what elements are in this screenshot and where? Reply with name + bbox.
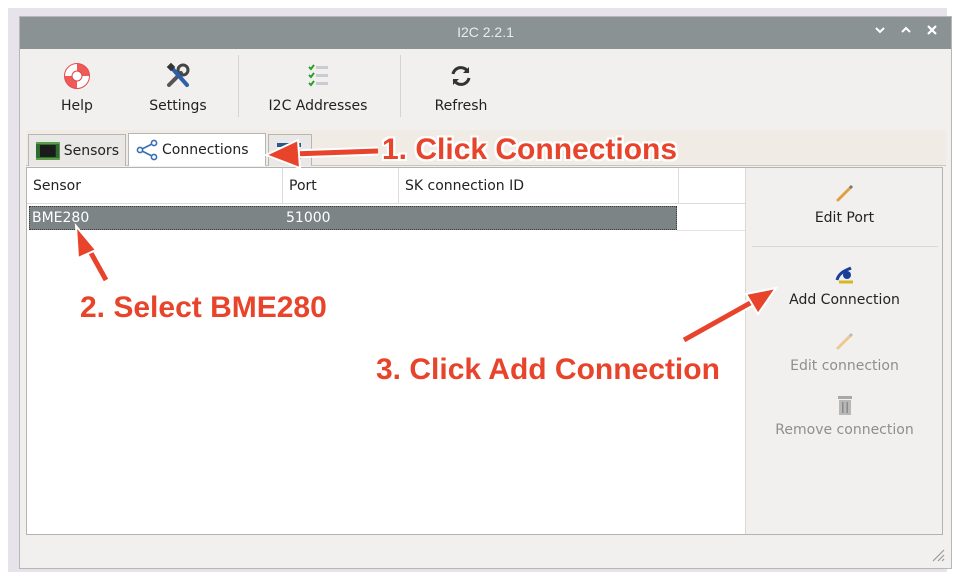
tab-connections-label: Connections — [162, 142, 249, 158]
toolbar: Help Settings I2C Addresses Refresh — [20, 49, 951, 127]
edit-connection-label: Edit connection — [790, 358, 899, 374]
annotation-step2: 2. Select BME280 — [80, 291, 327, 324]
title-bar[interactable]: I2C 2.2.1 — [20, 17, 951, 49]
resize-grip-icon[interactable] — [929, 546, 945, 562]
tab-sensors[interactable]: Sensors — [28, 134, 126, 166]
column-header-port[interactable]: Port — [283, 168, 399, 204]
list-icon — [277, 142, 301, 159]
edit-port-label: Edit Port — [814, 210, 875, 226]
toolbar-divider — [238, 55, 239, 117]
maximize-button[interactable] — [896, 23, 916, 43]
i2c-addresses-label: I2C Addresses — [268, 98, 368, 114]
edit-port-button[interactable]: Edit Port — [746, 180, 943, 226]
add-connection-icon — [746, 262, 943, 288]
edit-connection-button[interactable]: Edit connection — [746, 328, 943, 374]
column-header-sensor[interactable]: Sensor — [27, 168, 283, 204]
i2c-addresses-button[interactable]: I2C Addresses — [260, 57, 376, 114]
tab-connections[interactable]: Connections — [128, 133, 266, 166]
cell-port: 51000 — [286, 210, 331, 226]
lifebuoy-icon — [50, 57, 104, 95]
add-connection-label: Add Connection — [789, 292, 900, 308]
refresh-button[interactable]: Refresh — [424, 57, 498, 114]
actions-sidebar: Edit Port Add Connection Edit connection — [745, 168, 942, 534]
settings-button[interactable]: Settings — [140, 57, 216, 114]
settings-label: Settings — [149, 98, 207, 114]
pencil-icon — [746, 180, 943, 206]
annotation-step1: 1. Click Connections — [382, 133, 678, 166]
table-header: Sensor Port SK connection ID — [27, 168, 745, 204]
chip-icon — [35, 141, 60, 160]
table-row[interactable]: BME280 51000 — [29, 206, 677, 230]
connections-panel: Sensor Port SK connection ID BME280 5100… — [26, 167, 943, 535]
chevron-down-icon — [875, 27, 885, 34]
help-label: Help — [61, 98, 93, 114]
tools-icon — [140, 57, 216, 95]
refresh-icon — [424, 57, 498, 95]
annotation-step3: 3. Click Add Connection — [376, 353, 720, 386]
row-divider — [677, 230, 745, 231]
sidebar-divider — [752, 246, 938, 247]
chevron-up-icon — [901, 26, 911, 33]
cell-sensor: BME280 — [32, 210, 90, 226]
help-button[interactable]: Help — [50, 57, 104, 114]
add-connection-button[interactable]: Add Connection — [746, 262, 943, 308]
share-icon — [136, 139, 158, 161]
close-button[interactable] — [922, 23, 942, 43]
remove-connection-button[interactable]: Remove connection — [746, 392, 943, 438]
refresh-label: Refresh — [434, 98, 488, 114]
pencil-icon — [746, 328, 943, 354]
window-title: I2C 2.2.1 — [457, 24, 514, 40]
checklist-icon — [260, 57, 376, 95]
column-header-sk-connection-id[interactable]: SK connection ID — [399, 168, 679, 204]
trash-icon — [746, 392, 943, 418]
minimize-button[interactable] — [870, 23, 890, 43]
close-icon — [927, 25, 937, 35]
toolbar-divider — [400, 55, 401, 117]
remove-connection-label: Remove connection — [775, 422, 914, 438]
tab-sensors-label: Sensors — [63, 142, 119, 159]
connections-table[interactable]: Sensor Port SK connection ID BME280 5100… — [27, 168, 745, 534]
tab-list[interactable] — [268, 134, 312, 166]
